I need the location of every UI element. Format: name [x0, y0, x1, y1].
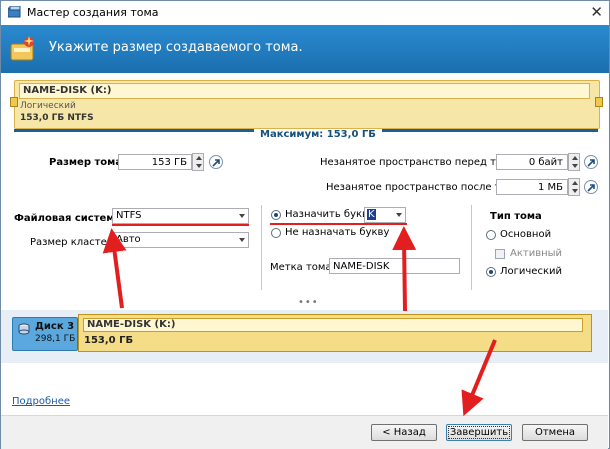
assign-letter-radio[interactable] — [271, 210, 281, 220]
volume-name-strip: NAME-DISK (K:) — [19, 83, 590, 99]
no-letter-label: Не назначать букву — [285, 227, 390, 238]
header-title: Укажите размер создаваемого тома. — [49, 40, 303, 55]
cluster-value: Авто — [116, 234, 141, 245]
letter-select[interactable]: K — [364, 207, 406, 223]
free-before-spinner[interactable] — [568, 153, 580, 171]
wizard-app-icon — [7, 5, 22, 18]
annotation-underline-filesystem — [112, 224, 249, 226]
finish-button[interactable]: Завершить — [446, 424, 512, 441]
no-letter-radio[interactable] — [271, 228, 281, 238]
volume-size-fs: 153,0 ГБ NTFS — [20, 113, 94, 123]
cluster-select[interactable]: Авто — [112, 232, 249, 248]
disk-3-tile[interactable]: Диск 3 298,1 ГБ — [12, 317, 78, 351]
disk-icon — [18, 323, 30, 335]
title-bar: Мастер создания тома ✕ — [0, 0, 610, 25]
primary-radio[interactable] — [486, 230, 496, 240]
free-after-input[interactable]: 1 МБ — [496, 179, 568, 195]
free-before-input[interactable]: 0 байт — [496, 154, 568, 170]
letter-value: K — [367, 209, 376, 220]
free-after-label: Незанятое пространство после тома: — [326, 182, 524, 193]
arrow-icon — [587, 184, 595, 192]
chevron-down-icon — [239, 214, 245, 218]
primary-label: Основной — [500, 229, 552, 240]
free-after-spinner[interactable] — [568, 178, 580, 196]
chevron-down-icon — [239, 238, 245, 242]
disk-wizard-icon — [9, 34, 39, 64]
volume-type: Логический — [20, 101, 76, 111]
logical-label: Логический — [500, 266, 562, 277]
logical-radio[interactable] — [486, 267, 496, 277]
volume-label-input[interactable]: NAME-DISK — [329, 258, 460, 274]
filesystem-value: NTFS — [116, 210, 142, 221]
filesystem-label: Файловая система: — [14, 213, 126, 224]
separator-2 — [471, 205, 472, 290]
filesystem-select[interactable]: NTFS — [112, 208, 249, 224]
details-link[interactable]: Подробнее — [12, 396, 70, 407]
splitter-grip[interactable]: ••• — [298, 297, 319, 308]
size-label: Размер тома: — [49, 157, 127, 168]
window-title: Мастер создания тома — [27, 6, 159, 19]
volume-name: NAME-DISK (K:) — [23, 85, 112, 96]
disk-volume-name: NAME-DISK (K:) — [87, 319, 176, 330]
disk-size: 298,1 ГБ — [35, 334, 76, 344]
footer-bar — [1, 415, 608, 449]
wizard-header: Укажите размер создаваемого тома. — [1, 25, 609, 73]
volume-size-bar[interactable]: NAME-DISK (K:) Логический 153,0 ГБ NTFS — [10, 80, 603, 129]
arrow-icon — [212, 159, 220, 167]
size-max-button[interactable] — [209, 155, 223, 169]
cluster-label: Размер кластера: — [30, 237, 123, 248]
resize-handle-right[interactable] — [595, 97, 603, 107]
size-input[interactable]: 153 ГБ — [118, 154, 192, 170]
cancel-button[interactable]: Отмена — [522, 424, 588, 441]
resize-handle-left[interactable] — [10, 97, 18, 107]
back-button[interactable]: < Назад — [371, 424, 437, 441]
arrow-icon — [587, 159, 595, 167]
disk-volume-size: 153,0 ГБ — [84, 335, 134, 346]
disk-name: Диск 3 — [35, 321, 75, 332]
annotation-underline-letter — [270, 223, 407, 225]
disk-volume-bar[interactable]: NAME-DISK (K:) 153,0 ГБ — [78, 314, 592, 352]
free-after-button[interactable] — [584, 180, 598, 194]
volume-type-title: Тип тома — [490, 211, 542, 222]
active-label: Активный — [510, 248, 563, 259]
volume-label-label: Метка тома: — [270, 262, 335, 273]
disk-volume-strip: NAME-DISK (K:) — [83, 318, 583, 332]
separator-1 — [261, 205, 262, 290]
close-icon[interactable]: ✕ — [590, 4, 603, 20]
active-checkbox[interactable] — [495, 249, 505, 259]
free-before-button[interactable] — [584, 155, 598, 169]
chevron-down-icon — [396, 213, 402, 217]
size-spinner[interactable] — [192, 153, 204, 171]
maximum-label: Максимум: 153,0 ГБ — [254, 129, 382, 140]
